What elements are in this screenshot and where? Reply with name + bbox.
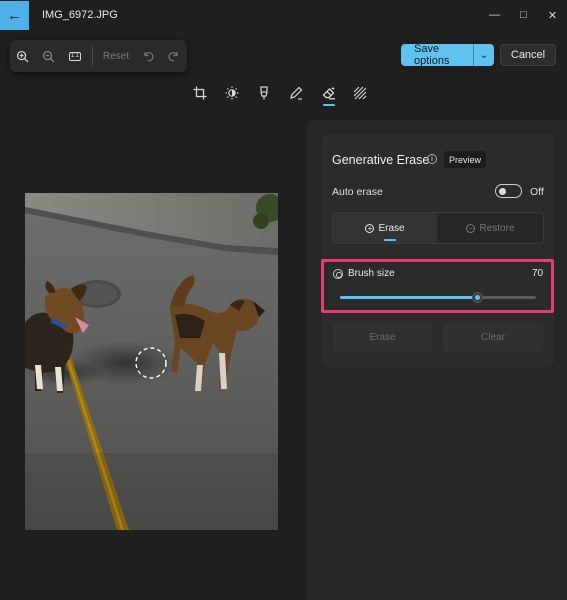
erase-tool[interactable] <box>320 84 338 102</box>
brush-size-icon <box>333 269 343 279</box>
filter-icon <box>260 86 268 100</box>
close-button[interactable]: ✕ <box>538 0 567 30</box>
clear-button[interactable]: Clear <box>443 323 543 352</box>
photo-image <box>25 193 278 530</box>
auto-erase-toggle[interactable] <box>495 184 522 198</box>
redo-button[interactable] <box>161 40 187 72</box>
minimize-icon: — <box>489 9 500 21</box>
background-icon <box>353 86 367 100</box>
active-tool-indicator <box>323 104 335 106</box>
adjust-icon <box>225 86 239 100</box>
crop-tool[interactable] <box>191 84 209 102</box>
markup-icon <box>290 86 303 100</box>
adjust-tool[interactable] <box>223 84 241 102</box>
crop-icon <box>193 86 207 100</box>
markup-tool[interactable] <box>287 84 305 102</box>
maximize-icon: □ <box>520 9 527 21</box>
cancel-button[interactable]: Cancel <box>500 44 556 66</box>
redo-icon <box>168 52 178 62</box>
brush-size-value: 70 <box>532 268 544 279</box>
plus-circle-icon: + <box>365 223 375 233</box>
back-button[interactable]: ← <box>0 0 29 30</box>
undo-button[interactable] <box>135 40 161 72</box>
erase-mode-label: Erase <box>378 222 405 234</box>
erase-action-button[interactable]: Erase <box>333 323 432 352</box>
panel-title: Generative Erase <box>332 153 430 167</box>
close-icon: ✕ <box>547 9 558 22</box>
slider-fill <box>340 296 478 299</box>
erase-icon <box>322 86 335 100</box>
minimize-button[interactable]: — <box>480 0 509 30</box>
save-options-label: Save options <box>414 43 450 67</box>
filter-tool[interactable] <box>255 84 273 102</box>
zoom-out-icon <box>43 50 55 62</box>
window-title: IMG_6972.JPG <box>42 9 118 21</box>
auto-erase-label: Auto erase <box>332 186 383 198</box>
info-icon[interactable]: i <box>427 154 437 164</box>
zoom-in-icon <box>17 50 29 62</box>
toggle-knob <box>499 187 506 195</box>
save-options-button[interactable]: Save options ⌄ <box>401 43 494 67</box>
reset-button[interactable]: Reset <box>97 51 135 62</box>
chevron-down-icon[interactable]: ⌄ <box>474 50 494 61</box>
toolbar-divider <box>91 46 93 66</box>
brush-size-slider[interactable] <box>340 292 536 303</box>
preview-badge: Preview <box>444 151 486 168</box>
zoom-out-button[interactable] <box>36 40 62 72</box>
zoom-in-button[interactable] <box>10 40 36 72</box>
minus-circle-icon: − <box>466 223 476 233</box>
title-bar: ← IMG_6972.JPG — □ ✕ <box>0 0 567 30</box>
background-tool[interactable] <box>351 84 369 102</box>
auto-erase-state: Off <box>530 186 544 198</box>
actual-size-button[interactable]: 1:1 <box>62 40 88 72</box>
photo-canvas[interactable] <box>25 193 278 530</box>
arrow-left-icon: ← <box>7 6 22 24</box>
restore-mode-label: Restore <box>479 222 515 234</box>
zoom-toolbar: 1:1 Reset <box>10 40 187 72</box>
restore-mode-tab[interactable]: − Restore <box>438 213 543 243</box>
maximize-button[interactable]: □ <box>509 0 538 30</box>
selected-mode-indicator <box>384 239 396 241</box>
brush-size-label: Brush size <box>348 268 395 279</box>
undo-icon <box>144 52 154 62</box>
window-controls: — □ ✕ <box>480 0 567 30</box>
actual-size-icon: 1:1 <box>68 51 82 61</box>
